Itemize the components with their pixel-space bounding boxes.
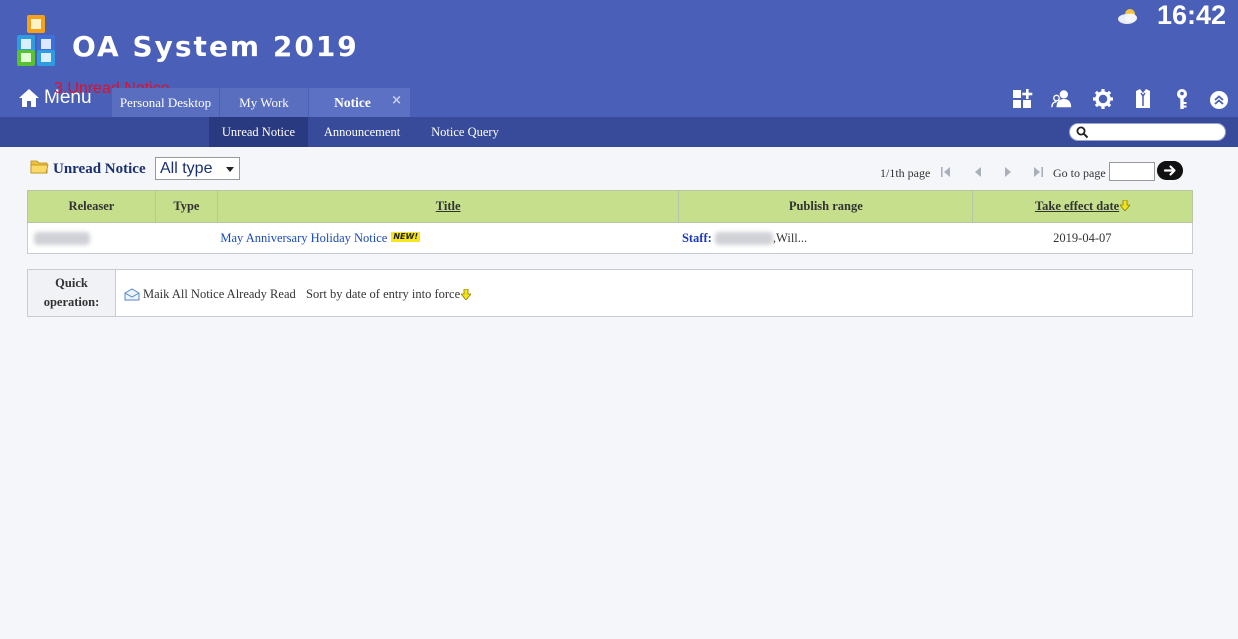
tab-notice[interactable]: Notice × <box>309 88 410 117</box>
goto-page-label: Go to page <box>1053 166 1106 180</box>
redacted-staff <box>714 232 773 246</box>
subtab-notice-query[interactable]: Notice Query <box>420 117 510 147</box>
mark-all-read-button[interactable]: Maik All Notice Already Read <box>124 285 296 303</box>
column-header-publish-range: Publish range <box>678 190 974 223</box>
tab-label: Personal Desktop <box>119 94 212 110</box>
cell-type <box>155 222 218 254</box>
cell-title: May Anniversary Holiday Notice NEW! <box>217 222 679 254</box>
user-group-icon[interactable] <box>1051 88 1073 110</box>
envelope-open-icon <box>124 287 140 300</box>
column-header-take-effect-date[interactable]: Take effect date <box>972 190 1193 223</box>
tab-label: My Work <box>239 94 289 110</box>
notice-table: Releaser Type Title Publish range Take e… <box>27 190 1193 254</box>
next-page-icon[interactable] <box>1002 165 1014 179</box>
column-label: Take effect date <box>1034 199 1120 213</box>
column-label: Type <box>173 199 200 213</box>
column-label: Releaser <box>68 199 115 213</box>
chevron-up-icon[interactable] <box>1209 90 1229 110</box>
tab-label: Notice <box>334 94 371 110</box>
search-input[interactable] <box>1092 125 1220 139</box>
column-label: Publish range <box>788 199 863 213</box>
home-icon <box>19 89 39 107</box>
app-title: OA System 2019 <box>72 30 359 63</box>
tab-close-icon[interactable]: × <box>391 93 402 108</box>
tab-personal-desktop[interactable]: Personal Desktop <box>112 88 219 117</box>
sort-label: Sort by date of entry into force <box>306 286 461 301</box>
new-badge: NEW! <box>391 231 420 242</box>
previous-page-icon[interactable] <box>972 165 984 179</box>
staff-label: Staff: <box>681 230 712 245</box>
cell-take-effect-date: 2019-04-07 <box>972 222 1193 254</box>
weather-cloudy-icon <box>1118 9 1137 24</box>
quick-label-line2: operation: <box>43 295 100 309</box>
subtab-label: Notice Query <box>431 124 499 139</box>
menu-button[interactable]: Menu <box>18 85 92 111</box>
sub-navigation: Unread Notice Announcement Notice Query <box>0 117 1238 147</box>
app-logo-icon <box>17 15 55 66</box>
redacted-releaser <box>34 232 90 246</box>
sort-down-arrow-icon <box>461 288 472 300</box>
chevron-down-icon <box>226 167 234 172</box>
quick-label-line1: Quick <box>55 276 88 290</box>
cell-publish-range: Staff: ,Will... <box>678 222 973 254</box>
subtab-unread-notice[interactable]: Unread Notice <box>209 117 308 147</box>
tab-my-work[interactable]: My Work <box>220 88 308 117</box>
notice-title-link[interactable]: May Anniversary Holiday Notice <box>220 231 387 245</box>
folder-icon <box>30 160 49 174</box>
quick-operation-label: Quick operation: <box>28 270 116 316</box>
table-row[interactable]: May Anniversary Holiday Notice NEW! Staff… <box>27 222 1193 254</box>
type-filter-value: All type <box>160 159 213 177</box>
go-arrow-icon[interactable] <box>1157 161 1183 180</box>
column-header-releaser: Releaser <box>27 190 156 223</box>
page-title: Unread Notice <box>53 161 146 177</box>
column-header-type: Type <box>154 190 218 223</box>
table-header-row: Releaser Type Title Publish range Take e… <box>27 190 1193 223</box>
menu-label: Menu <box>44 87 92 108</box>
gear-icon[interactable] <box>1092 88 1114 110</box>
app-header: OA System 2019 16:42 Menu 3.Unread Notic… <box>0 0 1238 117</box>
goto-page-input[interactable] <box>1109 162 1155 181</box>
subtab-label: Announcement <box>323 124 401 139</box>
search-box <box>1069 123 1226 141</box>
key-icon[interactable] <box>1171 88 1193 110</box>
last-page-icon[interactable] <box>1032 165 1044 179</box>
search-icon <box>1076 126 1089 139</box>
first-page-icon[interactable] <box>940 165 952 179</box>
range-suffix: ,Will... <box>772 230 808 245</box>
clock-time: 16:42 <box>1157 0 1227 30</box>
subtab-label: Unread Notice <box>221 124 296 139</box>
sort-down-arrow-icon <box>1120 200 1131 211</box>
grid-plus-icon[interactable] <box>1011 88 1033 110</box>
subtab-announcement[interactable]: Announcement <box>312 117 412 147</box>
shirt-icon[interactable] <box>1132 88 1154 110</box>
cell-releaser <box>27 222 156 254</box>
page-indicator: 1/1th page <box>880 166 931 180</box>
quick-operation-panel: Quick operation: Maik All Notice Already… <box>27 269 1193 317</box>
sort-by-effect-date-button[interactable]: Sort by date of entry into force <box>306 285 472 303</box>
type-filter-select[interactable]: All type <box>155 157 240 180</box>
column-label: Title <box>435 199 461 213</box>
column-header-title[interactable]: Title <box>216 190 680 223</box>
mark-all-read-label: Maik All Notice Already Read <box>143 286 296 301</box>
